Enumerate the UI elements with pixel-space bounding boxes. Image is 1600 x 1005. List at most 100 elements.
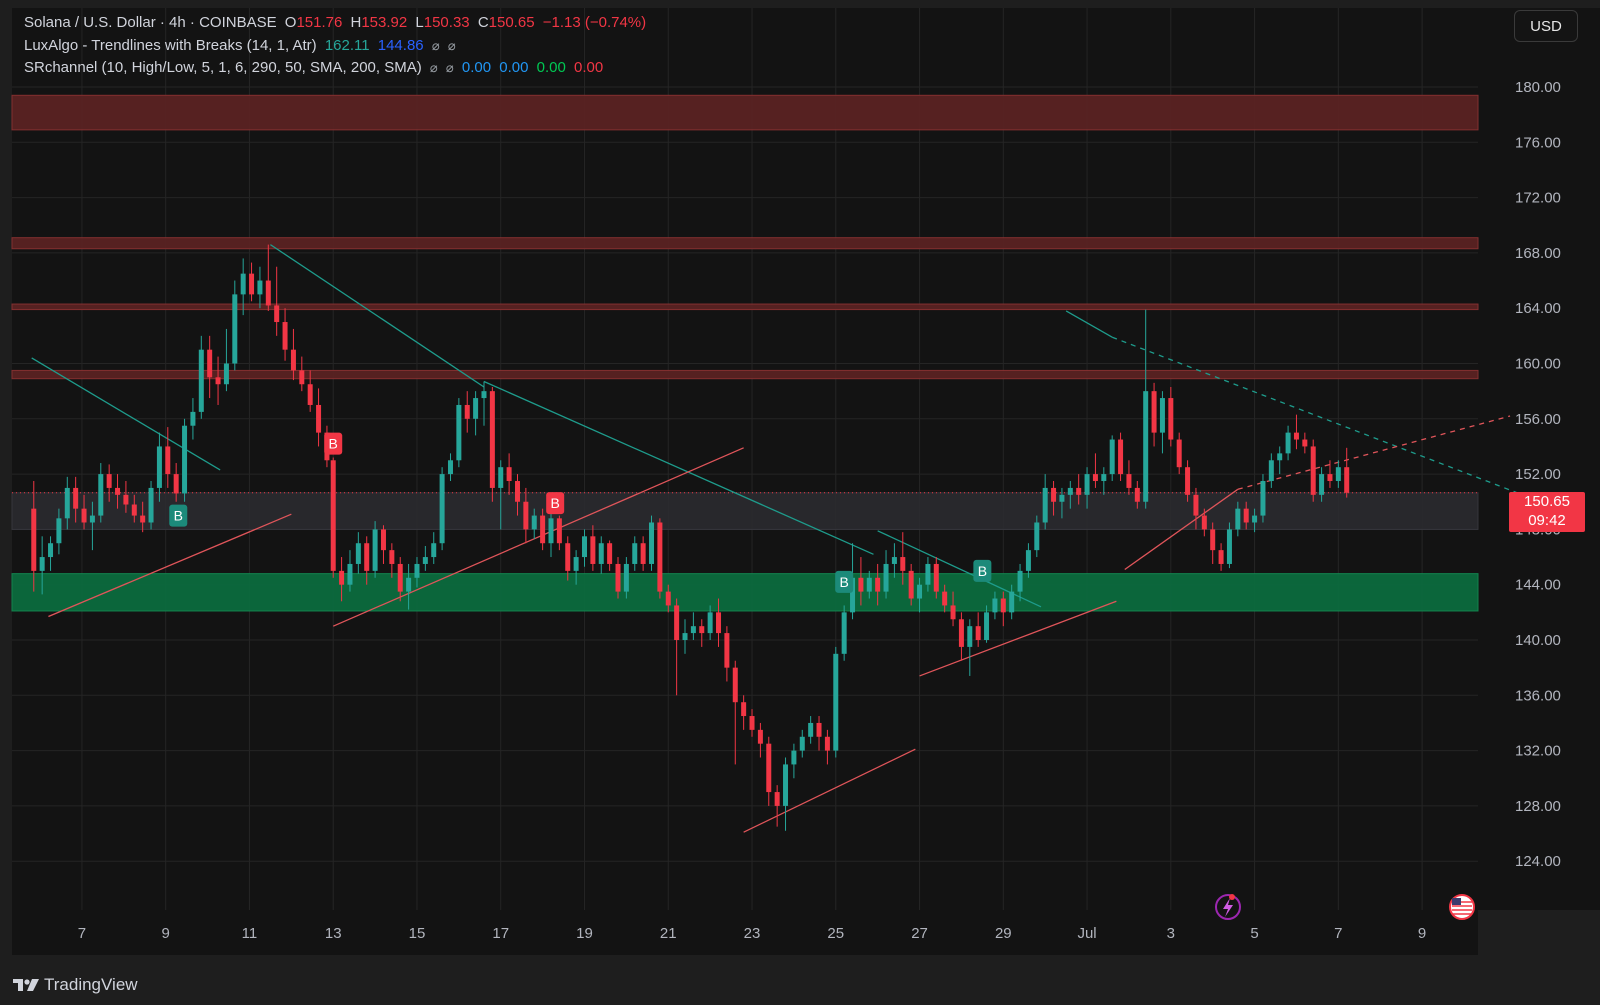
candle-body (198, 349, 204, 412)
candle-body (56, 518, 62, 544)
time-tick-label: 7 (78, 925, 86, 942)
srchannel-value-3: 0.00 (536, 59, 566, 76)
luxalgo-name: LuxAlgo - Trendlines with Breaks (14, 1,… (24, 37, 317, 54)
candle[interactable] (330, 457, 336, 578)
candlestick-chart[interactable]: B B B B B 180.00 176.00 172.00 168.00 164.00 160.0… (0, 0, 1600, 1005)
candle[interactable] (1118, 432, 1124, 482)
open-value: 151.76 (296, 14, 343, 31)
indicator-luxalgo[interactable]: LuxAlgo - Trendlines with Breaks (14, 1,… (24, 37, 460, 54)
candle-body (290, 349, 296, 371)
candle-body (875, 577, 881, 592)
indicator-srchannel[interactable]: SRchannel (10, High/Low, 5, 1, 6, 290, 5… (24, 59, 607, 76)
candle-body (489, 391, 495, 488)
candle[interactable] (439, 467, 445, 551)
candle-body (165, 446, 171, 475)
price-tick-label: 136.00 (1515, 687, 1561, 704)
eye-off-icon[interactable]: ⌀ (432, 38, 440, 53)
candle-body (1185, 467, 1191, 495)
resistance-zone-164 (11, 303, 1479, 311)
candle-body (556, 518, 562, 544)
luxalgo-value-1: 162.11 (324, 37, 370, 54)
currency-button[interactable]: USD (1514, 10, 1578, 42)
candle-body (1034, 522, 1040, 551)
candle-body (967, 626, 973, 647)
candle-body (657, 522, 663, 592)
candle[interactable] (148, 481, 154, 530)
candle-body (598, 543, 604, 564)
eye-off-icon[interactable]: ⌀ (448, 38, 456, 53)
candle[interactable] (372, 521, 378, 578)
eye-off-icon[interactable]: ⌀ (446, 60, 454, 75)
candle-body (640, 543, 646, 564)
price-tick-label: 132.00 (1515, 743, 1561, 760)
resistance-zone-159 (11, 369, 1479, 380)
bearish-break-marker[interactable]: B (546, 492, 565, 515)
bullish-break-marker[interactable]: B (169, 504, 188, 527)
candle-body (540, 515, 546, 544)
candle-body (48, 543, 54, 558)
candle[interactable] (649, 515, 655, 571)
srchannel-name: SRchannel (10, High/Low, 5, 1, 6, 290, 5… (24, 59, 422, 76)
candle-body (716, 612, 722, 634)
candle[interactable] (489, 387, 495, 502)
candle-body (1201, 515, 1207, 530)
candle-body (81, 508, 87, 523)
candle-body (1009, 591, 1015, 613)
open-label: O (284, 14, 297, 31)
candle[interactable] (182, 418, 188, 502)
candle-body (741, 702, 747, 717)
time-tick-label: 9 (162, 925, 170, 942)
price-tick-label: 172.00 (1515, 190, 1561, 207)
bearish-break-marker[interactable]: B (324, 432, 343, 455)
candle-body (1118, 439, 1124, 475)
resistance-zone-168 (11, 237, 1479, 250)
candle-body (498, 467, 504, 488)
candle[interactable] (1310, 439, 1316, 502)
candle-body (1092, 474, 1098, 482)
candle-body (732, 667, 738, 703)
candle[interactable] (657, 518, 663, 599)
chart-area[interactable]: B B B B B 180.00 176.00 172.00 168.00 164.00 160.0… (0, 0, 1600, 1005)
marker-label: B (839, 574, 848, 590)
candle-body (942, 591, 948, 606)
brand-name: TradingView (44, 975, 138, 994)
price-tick-label: 156.00 (1515, 411, 1561, 428)
candle[interactable] (833, 646, 839, 758)
candle-body (1017, 570, 1023, 592)
marker-label: B (174, 508, 183, 524)
price-tick-label: 176.00 (1515, 134, 1561, 151)
candle-body (1218, 550, 1224, 564)
candle-body (215, 377, 221, 385)
candle-body (31, 508, 37, 571)
candle[interactable] (841, 605, 847, 661)
candle-body (699, 626, 705, 634)
candle-body (73, 487, 79, 509)
candle-body (749, 716, 755, 730)
price-tick-label: 164.00 (1515, 300, 1561, 317)
candle-body (506, 467, 512, 482)
high-label: H (350, 14, 362, 31)
bullish-break-marker[interactable]: B (973, 559, 992, 582)
candle-body (1076, 487, 1082, 495)
candle-body (64, 487, 70, 519)
srchannel-value-4: 0.00 (574, 59, 604, 76)
eye-off-icon[interactable]: ⌀ (430, 60, 438, 75)
candle[interactable] (1260, 474, 1266, 523)
candle-body (464, 404, 470, 419)
candle-body (39, 557, 45, 571)
candle-body (389, 550, 395, 564)
tradingview-logo[interactable]: TradingView (12, 975, 138, 995)
candle-body (623, 563, 629, 592)
time-tick-label: 9 (1418, 925, 1426, 942)
candle-body (690, 626, 696, 634)
candle-body (824, 736, 830, 751)
candle[interactable] (456, 398, 462, 468)
bullish-break-marker[interactable]: B (835, 570, 854, 593)
time-tick-label: 19 (576, 925, 593, 942)
candle-body (339, 570, 345, 585)
candle-body (1277, 453, 1283, 461)
candle-body (148, 487, 154, 523)
candle-body (682, 633, 688, 640)
tradingview-icon (13, 979, 39, 991)
candle-body (799, 736, 805, 751)
